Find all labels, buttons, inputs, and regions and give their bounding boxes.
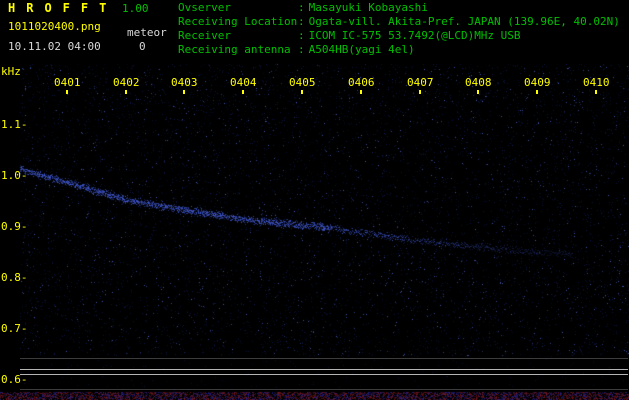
station-info: Ovserver: Masayuki Kobayashi Receiving Lo…	[178, 2, 620, 58]
observation-mode-label: meteor	[127, 26, 167, 39]
frequency-tick-label: 0.7-	[1, 322, 28, 335]
time-tick-mark	[595, 90, 597, 94]
info-row-location: Receiving Location: Ogata-vill. Akita-Pre…	[178, 16, 620, 30]
frequency-tick-label: 0.6-	[1, 373, 28, 386]
frequency-tick-label: 0.9-	[1, 220, 28, 233]
frequency-tick-label: 1.0-	[1, 169, 28, 182]
info-row-observer: Ovserver: Masayuki Kobayashi	[178, 2, 620, 16]
app-version: 1.00	[122, 2, 149, 15]
time-tick-label: 0402	[113, 76, 140, 89]
signal-level-line	[20, 369, 628, 370]
time-tick-mark	[360, 90, 362, 94]
time-tick-label: 0405	[289, 76, 316, 89]
info-colon: :	[298, 1, 305, 14]
signal-level-line	[20, 358, 628, 359]
info-colon: :	[298, 29, 305, 42]
info-label-receiver: Receiver	[178, 29, 231, 42]
info-label-antenna: Receiving antenna	[178, 43, 291, 56]
time-tick-label: 0401	[54, 76, 81, 89]
time-tick-mark	[242, 90, 244, 94]
echo-count: 0	[139, 40, 146, 53]
time-tick-mark	[536, 90, 538, 94]
info-value-receiver: ICOM IC-575 53.7492(@LCD)MHz USB	[308, 29, 521, 42]
observation-datetime: 10.11.02 04:00	[8, 40, 101, 53]
time-tick-mark	[419, 90, 421, 94]
signal-level-line	[20, 389, 628, 390]
time-tick-label: 0407	[407, 76, 434, 89]
time-tick-mark	[477, 90, 479, 94]
time-tick-label: 0406	[348, 76, 375, 89]
y-axis-unit-label: kHz	[1, 65, 21, 78]
frequency-tick-label: 1.1-	[1, 118, 28, 131]
time-tick-mark	[125, 90, 127, 94]
time-tick-mark	[301, 90, 303, 94]
info-label-location: Receiving Location	[178, 15, 298, 28]
info-value-observer: Masayuki Kobayashi	[308, 1, 428, 14]
info-label-observer: Ovserver	[178, 1, 231, 14]
info-value-antenna: A504HB(yagi 4el)	[308, 43, 415, 56]
app-title: HROFFT	[8, 1, 118, 15]
info-row-antenna: Receiving antenna: A504HB(yagi 4el)	[178, 44, 620, 58]
output-filename: 1011020400.png	[8, 20, 101, 33]
time-tick-mark	[183, 90, 185, 94]
frequency-tick-label: 0.8-	[1, 271, 28, 284]
spectrogram-canvas	[0, 0, 629, 400]
info-colon: :	[298, 43, 305, 56]
time-tick-label: 0408	[465, 76, 492, 89]
time-tick-label: 0403	[171, 76, 198, 89]
time-tick-label: 0410	[583, 76, 610, 89]
time-tick-mark	[66, 90, 68, 94]
time-tick-label: 0409	[524, 76, 551, 89]
hrofft-spectrogram-screen: HROFFT 1.00 1011020400.png meteor 10.11.…	[0, 0, 629, 400]
time-tick-label: 0404	[230, 76, 257, 89]
info-colon: :	[298, 15, 305, 28]
info-row-receiver: Receiver: ICOM IC-575 53.7492(@LCD)MHz US…	[178, 30, 620, 44]
info-value-location: Ogata-vill. Akita-Pref. JAPAN (139.96E, …	[308, 15, 620, 28]
signal-level-line	[20, 374, 628, 375]
